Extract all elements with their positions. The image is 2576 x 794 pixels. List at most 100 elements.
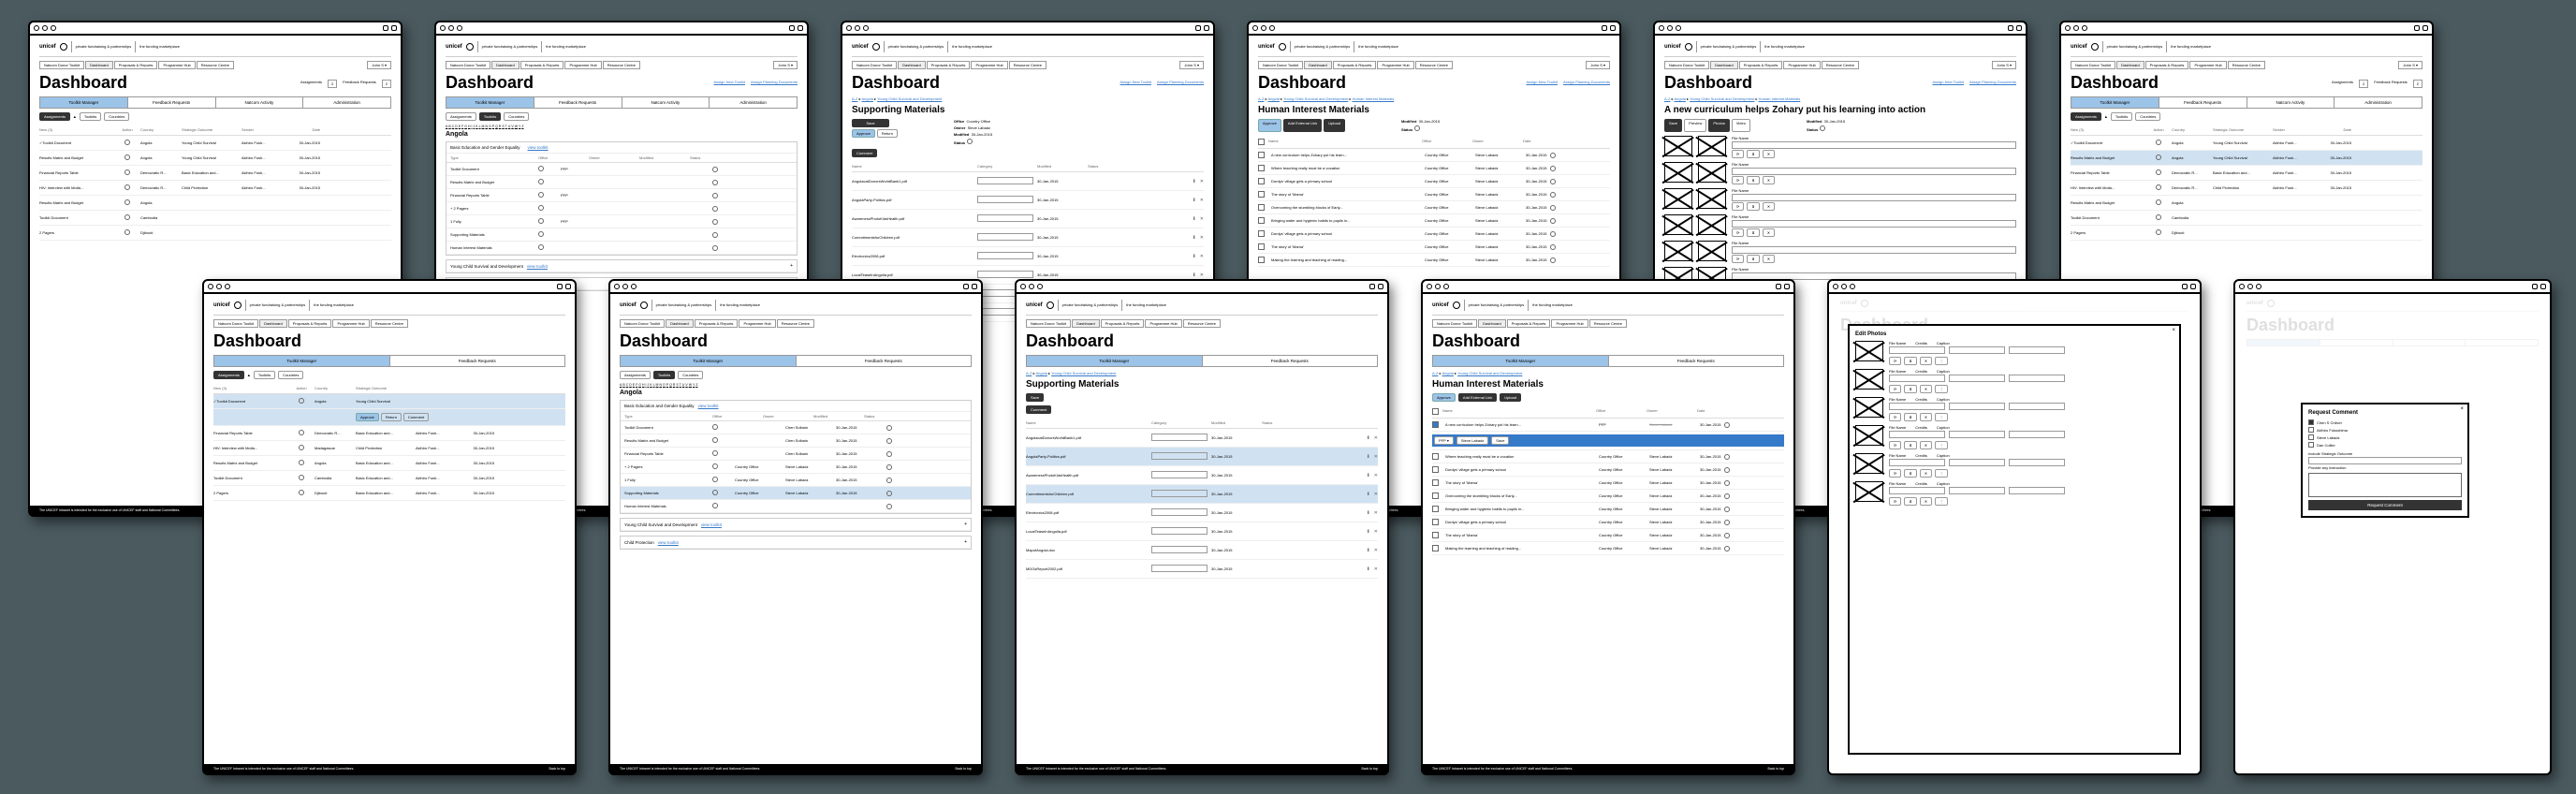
photo-thumb[interactable] bbox=[1698, 241, 1726, 261]
table-row[interactable]: Results Matrix and BudgetAngola bbox=[2071, 196, 2422, 211]
him-row[interactable]: Dordys' village gets a primary schoolCou… bbox=[1432, 516, 1784, 529]
close-icon[interactable]: × bbox=[2172, 328, 2175, 333]
checkbox[interactable] bbox=[1432, 493, 1439, 499]
him-row[interactable]: The story of 'Mama'Country OfficeSteve L… bbox=[1258, 241, 1610, 254]
photo-thumb[interactable] bbox=[1664, 162, 1692, 183]
photo-thumb[interactable] bbox=[1698, 214, 1726, 235]
table-row[interactable]: Results Matrix and BudgetAngolaBasic Edu… bbox=[213, 456, 565, 471]
user-menu[interactable]: John S ▾ bbox=[367, 61, 391, 69]
type-row[interactable]: + 2 PagersCountry OfficeSteve Labadz30-J… bbox=[621, 461, 971, 474]
wbtn[interactable] bbox=[391, 25, 397, 31]
download-icon[interactable]: ⬇ bbox=[1193, 272, 1196, 278]
chip-countries[interactable]: Countries bbox=[104, 112, 129, 121]
alpha-letter[interactable]: V bbox=[511, 125, 513, 128]
checkbox[interactable] bbox=[1258, 257, 1265, 263]
him-row[interactable]: Dordys' village gets a primary schoolCou… bbox=[1432, 463, 1784, 477]
nav-resource[interactable]: Resource Centre bbox=[197, 61, 234, 69]
alpha-letter[interactable]: W bbox=[515, 125, 518, 128]
credits-input[interactable] bbox=[1949, 346, 2005, 354]
max-icon[interactable] bbox=[457, 25, 462, 31]
download-icon[interactable]: ⬇ bbox=[1193, 235, 1196, 241]
him-row[interactable]: Bringing water and hygienic habits to pu… bbox=[1432, 503, 1784, 516]
type-row[interactable]: Results Matrix and BudgetChen Solbain30-… bbox=[621, 434, 971, 448]
filename-input[interactable] bbox=[1732, 220, 2016, 228]
table-row[interactable]: Financial Reports TableDemocratic R...Ba… bbox=[213, 426, 565, 441]
ext-link-button[interactable]: Add External Link bbox=[1283, 119, 1322, 132]
alpha-letter[interactable]: A bbox=[620, 383, 622, 387]
download-icon[interactable]: ⬇ bbox=[1367, 473, 1370, 478]
video-button[interactable]: Video bbox=[1732, 119, 1750, 132]
alpha-letter[interactable]: J bbox=[647, 383, 649, 387]
download-icon[interactable]: ⬇ bbox=[1367, 529, 1370, 535]
expand-icon[interactable] bbox=[790, 263, 793, 269]
approve-button[interactable]: Approve bbox=[852, 129, 875, 138]
table-row[interactable]: Toolkit DocumentAngolaYoung Child Surviv… bbox=[39, 136, 391, 151]
table-row[interactable]: Toolkit DocumentCambodia bbox=[39, 211, 391, 226]
alpha-letter[interactable]: U bbox=[508, 125, 511, 128]
so-select[interactable] bbox=[2308, 457, 2462, 464]
download-icon[interactable]: ⬇ bbox=[1193, 254, 1196, 259]
type-row[interactable]: + 2 Pagers bbox=[446, 202, 797, 215]
alpha-letter[interactable]: B bbox=[448, 125, 450, 128]
alpha-letter[interactable]: S bbox=[502, 125, 504, 128]
max-icon[interactable] bbox=[51, 25, 56, 31]
save-button[interactable]: Save bbox=[1026, 393, 1044, 402]
type-row[interactable]: Supporting MaterialsCountry OfficeSteve … bbox=[621, 487, 971, 500]
type-row[interactable]: Toolkit DocumentPFP bbox=[446, 163, 797, 176]
feedback-link[interactable]: Feedback Requests bbox=[343, 80, 376, 88]
alpha-letter[interactable]: G bbox=[464, 125, 467, 128]
alpha-letter[interactable]: W bbox=[689, 383, 692, 387]
table-row[interactable]: Toolkit DocumentCambodia bbox=[2071, 211, 2422, 226]
download-icon[interactable]: ⬇ bbox=[1367, 548, 1370, 553]
alpha-letter[interactable]: V bbox=[685, 383, 687, 387]
table-row[interactable]: 2 PagersDjiboutiBasic Education and...Ak… bbox=[213, 486, 565, 501]
tab-feedback[interactable]: Feedback Requests bbox=[128, 97, 216, 108]
him-row[interactable]: Where teaching really must be a vocation… bbox=[1258, 162, 1610, 175]
nav-toolkit[interactable]: Natcom Donor Toolkit bbox=[39, 61, 84, 69]
download-icon[interactable]: ⬇ bbox=[1367, 510, 1370, 516]
filename-input[interactable] bbox=[1732, 141, 2016, 149]
reviewer-option[interactable]: Akihiro Fukushima bbox=[2308, 427, 2462, 433]
checkbox[interactable] bbox=[1432, 479, 1439, 486]
checkbox[interactable] bbox=[1258, 230, 1265, 237]
alpha-letter[interactable]: Q bbox=[669, 383, 672, 387]
alpha-letter[interactable]: E bbox=[459, 125, 461, 128]
delete-icon[interactable]: ✕ bbox=[1374, 473, 1378, 478]
photo-thumb[interactable] bbox=[1698, 162, 1726, 183]
checkbox[interactable] bbox=[1258, 152, 1265, 158]
filename-input[interactable] bbox=[1889, 487, 1945, 494]
preview-button[interactable]: Preview bbox=[1684, 119, 1706, 132]
table-row[interactable]: Results Matrix and BudgetAngola bbox=[39, 196, 391, 211]
alpha-letter[interactable]: T bbox=[680, 383, 681, 387]
him-row[interactable]: The story of 'Mama'Country OfficeSteve L… bbox=[1432, 477, 1784, 490]
alpha-letter[interactable]: O bbox=[489, 125, 491, 128]
new-toolkit-link[interactable]: Assign New Toolkit bbox=[713, 80, 745, 84]
table-row[interactable]: Financial Reports TableDemocratic R...Ba… bbox=[2071, 166, 2422, 181]
delete-icon[interactable]: ✕ bbox=[1374, 566, 1378, 572]
him-row[interactable]: Bringing water and hygienic habits to pu… bbox=[1258, 214, 1610, 228]
doc-row[interactable]: MDGsReport2002.pdf30-Jan-2015⬇✕ bbox=[1026, 560, 1378, 579]
photo-thumb[interactable] bbox=[1855, 481, 1883, 502]
alpha-letter[interactable]: P bbox=[492, 125, 494, 128]
alpha-letter[interactable]: M bbox=[482, 125, 485, 128]
return-button[interactable]: Return bbox=[877, 129, 898, 138]
checkbox[interactable] bbox=[1432, 466, 1439, 473]
alpha-letter[interactable]: C bbox=[626, 383, 629, 387]
comment-button[interactable]: Comment bbox=[852, 149, 877, 157]
table-row[interactable]: Results Matrix and BudgetAngolaYoung Chi… bbox=[2071, 151, 2422, 166]
alpha-letter[interactable]: K bbox=[476, 125, 477, 128]
type-row[interactable]: 1 FullyPFP bbox=[446, 215, 797, 228]
planning-link[interactable]: Assign Planning Documents bbox=[751, 80, 798, 84]
doc-row[interactable]: AwarenessPhotoKidsHealth.pdf30-Jan-2015⬇… bbox=[852, 210, 1204, 228]
credits-input[interactable] bbox=[1949, 459, 2005, 466]
table-row[interactable]: Toolkit DocumentCambodiaBasic Education … bbox=[213, 471, 565, 486]
caption-input[interactable] bbox=[2009, 431, 2065, 438]
save-button[interactable]: Save bbox=[852, 119, 889, 127]
alpha-letter[interactable]: C bbox=[452, 125, 455, 128]
checkbox[interactable] bbox=[1432, 545, 1439, 551]
alpha-letter[interactable]: O bbox=[663, 383, 666, 387]
alpha-letter[interactable]: U bbox=[682, 383, 685, 387]
checkbox[interactable] bbox=[1258, 165, 1265, 171]
alpha-letter[interactable]: Y bbox=[693, 383, 695, 387]
doc-row[interactable]: AwarenessPhotoKidsHealth.pdf30-Jan-2015⬇… bbox=[1026, 466, 1378, 485]
